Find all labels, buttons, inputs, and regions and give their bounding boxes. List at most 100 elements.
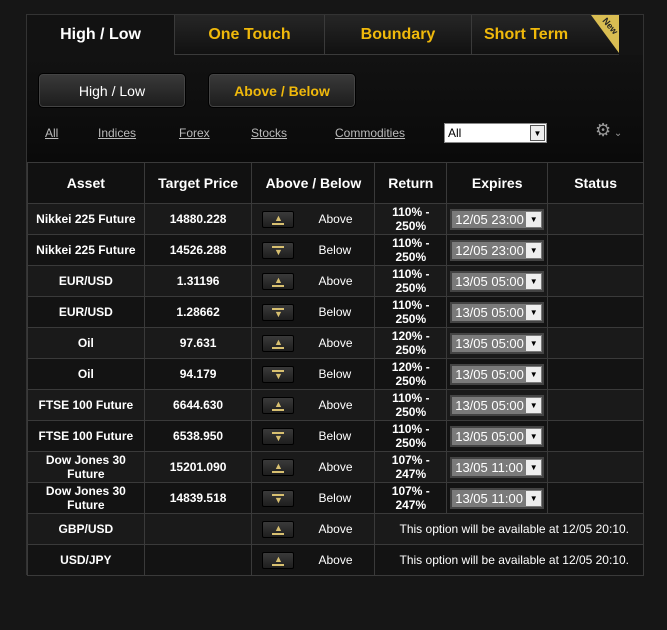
arrow-up-icon[interactable]: ▲ — [262, 210, 295, 228]
tab-short-term[interactable]: Short Term New — [471, 15, 619, 55]
status-cell — [547, 389, 644, 421]
return-cell: 120% - 250% — [374, 358, 448, 390]
chevron-down-icon: ▼ — [526, 366, 542, 382]
arrow-up-icon[interactable]: ▲ — [262, 551, 295, 569]
direction-label: Below — [318, 429, 352, 443]
expiry-select[interactable]: 13/05 05:00 ▼ — [450, 363, 545, 385]
column-header: Asset — [27, 162, 145, 204]
expiry-value: 13/05 05:00 — [455, 366, 524, 382]
status-cell — [547, 265, 644, 297]
arrow-up-icon[interactable]: ▲ — [262, 396, 295, 414]
direction-label: Above — [318, 522, 353, 536]
status-cell — [547, 451, 644, 483]
arrow-down-icon[interactable]: ▼ — [262, 241, 295, 259]
expires-cell: 13/05 05:00 ▼ — [446, 358, 549, 390]
above-below-button[interactable]: Above / Below — [208, 73, 356, 108]
expires-cell: 13/05 11:00 ▼ — [446, 482, 549, 514]
chevron-down-icon: ▼ — [526, 397, 542, 413]
asset-cell: Nikkei 225 Future — [27, 234, 145, 266]
return-cell: 110% - 250% — [374, 234, 448, 266]
expiry-select[interactable]: 13/05 05:00 ▼ — [450, 332, 545, 354]
direction-cell: ▲ Above — [251, 389, 376, 421]
asset-select[interactable]: All ▼ — [444, 123, 547, 143]
target-price-cell: 1.31196 — [143, 265, 253, 297]
column-header: Status — [547, 162, 644, 204]
expiry-value: 13/05 11:00 — [455, 490, 523, 506]
expiry-select[interactable]: 13/05 05:00 ▼ — [450, 270, 545, 292]
target-price-cell: 14839.518 — [143, 482, 253, 514]
arrow-up-icon[interactable]: ▲ — [262, 334, 295, 352]
expiry-select[interactable]: 13/05 11:00 ▼ — [450, 456, 545, 478]
table-row: Nikkei 225 Future 14526.288 ▼ Below 110% -… — [27, 234, 644, 266]
return-cell: 110% - 250% — [374, 265, 448, 297]
column-header: Above / Below — [251, 162, 376, 204]
arrow-down-icon[interactable]: ▼ — [262, 427, 295, 445]
new-badge: New — [591, 15, 619, 53]
filter-indices[interactable]: Indices — [98, 126, 136, 140]
target-price-cell: 97.631 — [143, 327, 253, 359]
expiry-value: 13/05 05:00 — [455, 335, 524, 351]
table-row: FTSE 100 Future 6538.950 ▼ Below 110% - 25… — [27, 420, 644, 452]
target-price-cell: 6538.950 — [143, 420, 253, 452]
expiry-select[interactable]: 12/05 23:00 ▼ — [450, 208, 545, 230]
tab-one-touch[interactable]: One Touch — [174, 15, 324, 55]
high-low-button[interactable]: High / Low — [38, 73, 186, 108]
expiry-select[interactable]: 13/05 05:00 ▼ — [450, 425, 545, 447]
status-cell — [547, 420, 644, 452]
tab-high-low[interactable]: High / Low — [27, 15, 174, 55]
asset-cell: USD/JPY — [27, 544, 145, 576]
arrow-up-icon[interactable]: ▲ — [262, 520, 295, 538]
filter-commodities[interactable]: Commodities — [335, 126, 405, 140]
filter-stocks[interactable]: Stocks — [251, 126, 287, 140]
chevron-down-icon: ▼ — [530, 125, 545, 141]
availability-note: This option will be available at 12/05 2… — [374, 513, 644, 545]
tab-boundary[interactable]: Boundary — [324, 15, 471, 55]
asset-cell: Oil — [27, 358, 145, 390]
direction-cell: ▲ Above — [251, 451, 376, 483]
return-cell: 120% - 250% — [374, 327, 448, 359]
target-price-cell: 14526.288 — [143, 234, 253, 266]
asset-cell: Dow Jones 30 Future — [27, 451, 145, 483]
arrow-up-icon[interactable]: ▲ — [262, 272, 295, 290]
table-row: Oil 94.179 ▼ Below 120% - 250% 13/05 05:00… — [27, 358, 644, 390]
filter-all[interactable]: All — [45, 126, 58, 140]
direction-label: Above — [318, 336, 353, 350]
status-cell — [547, 358, 644, 390]
expiry-value: 12/05 23:00 — [455, 211, 524, 227]
chevron-down-icon: ▼ — [526, 459, 542, 475]
expiry-value: 13/05 05:00 — [455, 273, 524, 289]
status-cell — [547, 482, 644, 514]
direction-label: Above — [318, 553, 353, 567]
chevron-down-icon: ▼ — [526, 211, 542, 227]
table-row: FTSE 100 Future 6644.630 ▲ Above 110% - 25… — [27, 389, 644, 421]
direction-cell: ▼ Below — [251, 296, 376, 328]
target-price-cell — [143, 513, 253, 545]
return-cell: 110% - 250% — [374, 420, 448, 452]
expiry-select[interactable]: 12/05 23:00 ▼ — [450, 239, 545, 261]
direction-cell: ▼ Below — [251, 482, 376, 514]
target-price-cell: 6644.630 — [143, 389, 253, 421]
chevron-down-icon: ▼ — [526, 428, 542, 444]
target-price-cell: 14880.228 — [143, 203, 253, 235]
direction-label: Below — [318, 491, 352, 505]
asset-cell: Oil — [27, 327, 145, 359]
status-cell — [547, 296, 644, 328]
direction-label: Above — [318, 274, 353, 288]
expiry-select[interactable]: 13/05 05:00 ▼ — [450, 301, 545, 323]
chevron-down-icon: ▼ — [526, 273, 542, 289]
options-table: Asset Target Price Above / Below Return Expi… — [27, 162, 644, 576]
arrow-down-icon[interactable]: ▼ — [262, 303, 295, 321]
asset-cell: FTSE 100 Future — [27, 420, 145, 452]
arrow-down-icon[interactable]: ▼ — [262, 489, 295, 507]
arrow-down-icon[interactable]: ▼ — [262, 365, 295, 383]
filter-forex[interactable]: Forex — [179, 126, 210, 140]
expiry-select[interactable]: 13/05 11:00 ▼ — [450, 487, 545, 509]
gear-icon[interactable]: ⚙ ⌄ — [595, 120, 622, 141]
expiry-select[interactable]: 13/05 05:00 ▼ — [450, 394, 545, 416]
expires-cell: 13/05 05:00 ▼ — [446, 296, 549, 328]
expiry-value: 13/05 05:00 — [455, 428, 524, 444]
trading-panel: High / Low One Touch Boundary Short Term… — [26, 14, 644, 576]
column-header: Return — [374, 162, 448, 204]
chevron-down-icon: ▼ — [526, 490, 542, 506]
arrow-up-icon[interactable]: ▲ — [262, 458, 295, 476]
